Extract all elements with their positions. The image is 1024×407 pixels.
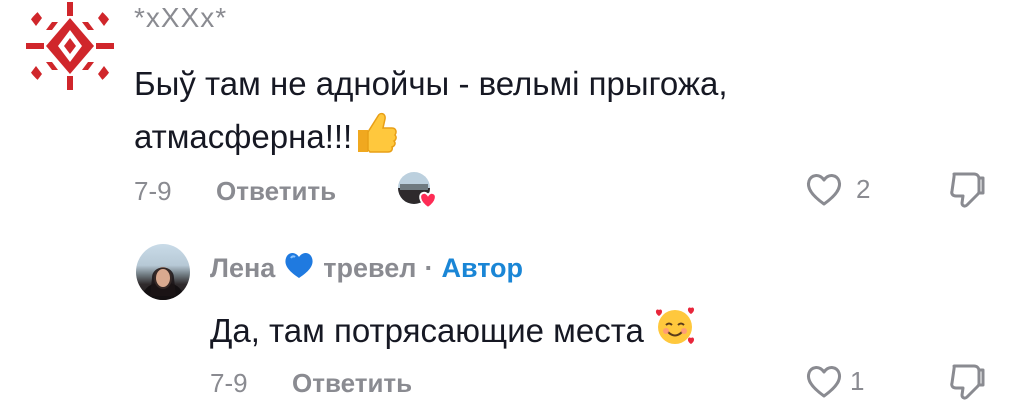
separator-dot: · — [424, 253, 434, 283]
avatar[interactable] — [136, 244, 190, 300]
heart-badge-icon — [419, 191, 437, 210]
like-count: 2 — [856, 174, 871, 204]
comment-text-body: Да, там потрясающие места — [210, 312, 644, 349]
creator-liked-badge — [396, 170, 440, 210]
author-name-suffix: тревел — [323, 253, 417, 283]
like-heart-icon[interactable] — [804, 170, 844, 208]
comment-text-line1: Быў там не аднойчы - вельмі прыгожа, — [134, 65, 728, 102]
comment-author[interactable]: *xXXx* — [134, 2, 227, 34]
comment-author[interactable]: Лена тревел · Автор — [210, 250, 523, 287]
like-count: 1 — [850, 366, 865, 396]
smiling-face-with-hearts-icon — [653, 304, 697, 359]
comment-text: Быў там не аднойчы - вельмі прыгожа, атм… — [134, 58, 854, 169]
dislike-icon[interactable] — [946, 168, 988, 210]
reply-button[interactable]: Ответить — [216, 176, 336, 207]
comment-date: 7-9 — [210, 368, 248, 398]
blue-heart-icon — [283, 250, 315, 287]
thumbs-up-icon — [352, 110, 398, 169]
belarusian-ornament-icon — [22, 0, 118, 92]
comment-text-line2: атмасферна!!! — [134, 118, 353, 155]
comment-date: 7-9 — [134, 176, 172, 206]
author-badge: Автор — [441, 253, 524, 283]
like-heart-icon[interactable] — [804, 362, 844, 400]
dislike-icon[interactable] — [946, 360, 988, 402]
reply-button[interactable]: Ответить — [292, 368, 412, 399]
author-name: Лена — [210, 253, 276, 283]
comment-text: Да, там потрясающие места — [210, 304, 697, 359]
avatar[interactable] — [22, 0, 118, 92]
